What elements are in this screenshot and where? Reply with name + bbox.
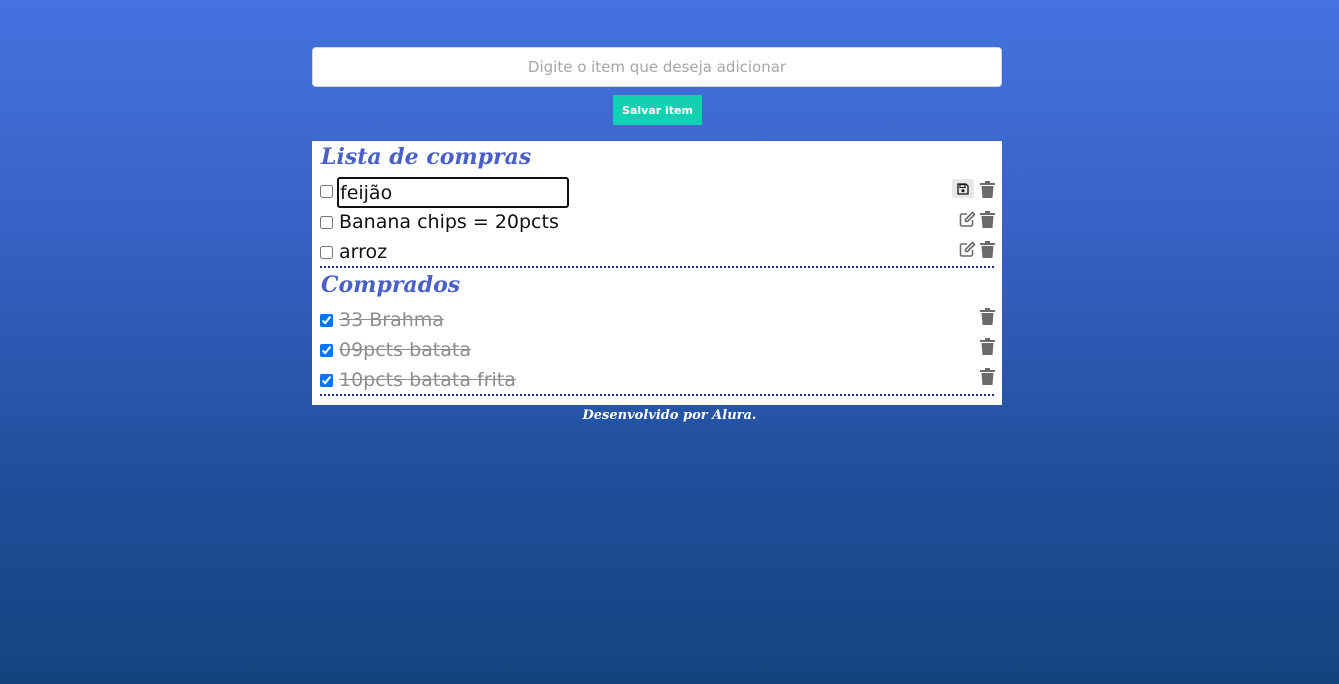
floppy-disk-icon — [957, 182, 969, 195]
pencil-square-icon — [959, 211, 976, 228]
trash-icon — [979, 367, 995, 385]
delete-item-button[interactable] — [977, 306, 997, 326]
list-item — [320, 177, 997, 208]
list-item: Banana chips = 20pcts — [320, 208, 996, 238]
item-checkbox[interactable] — [320, 344, 333, 357]
item-checkbox[interactable] — [320, 216, 333, 229]
footer-credit: Desenvolvido por Alura. — [582, 408, 757, 423]
list-item: arroz — [320, 238, 996, 268]
delete-item-button[interactable] — [977, 366, 997, 386]
bought-item: 33 Brahma — [320, 306, 996, 336]
save-item-button[interactable]: Salvar item — [613, 95, 702, 125]
item-label: 09pcts batata — [339, 339, 471, 361]
item-label: Banana chips = 20pcts — [339, 211, 559, 233]
bought-item: 09pcts batata — [320, 336, 996, 366]
trash-icon — [979, 307, 995, 325]
delete-item-button[interactable] — [977, 336, 997, 356]
shopping-list-title: Lista de compras — [321, 144, 532, 170]
item-checkbox[interactable] — [320, 314, 333, 327]
save-edit-button[interactable] — [952, 179, 974, 198]
item-label: arroz — [339, 241, 388, 263]
item-label: 33 Brahma — [339, 309, 444, 331]
item-checkbox[interactable] — [320, 185, 333, 198]
item-checkbox[interactable] — [320, 374, 333, 387]
trash-icon — [979, 240, 995, 258]
trash-icon — [979, 180, 995, 198]
delete-item-button[interactable] — [977, 239, 997, 259]
pencil-square-icon — [959, 241, 976, 258]
item-checkbox[interactable] — [320, 246, 333, 259]
item-label: 10pcts batata frita — [339, 369, 516, 391]
bought-item: 10pcts batata frita — [320, 366, 996, 396]
list-panel: Lista de compras feijão Banana chips = 2… — [312, 141, 1002, 405]
section-divider — [320, 394, 994, 396]
edit-item-button[interactable] — [957, 209, 977, 229]
edit-item-button[interactable] — [957, 239, 977, 259]
delete-item-button[interactable] — [977, 179, 997, 199]
item-edit-input[interactable] — [337, 177, 569, 208]
delete-item-button[interactable] — [977, 209, 997, 229]
bought-list-title: Comprados — [321, 272, 461, 298]
trash-icon — [979, 337, 995, 355]
item-input[interactable] — [312, 47, 1002, 87]
trash-icon — [979, 210, 995, 228]
section-divider — [320, 266, 994, 268]
